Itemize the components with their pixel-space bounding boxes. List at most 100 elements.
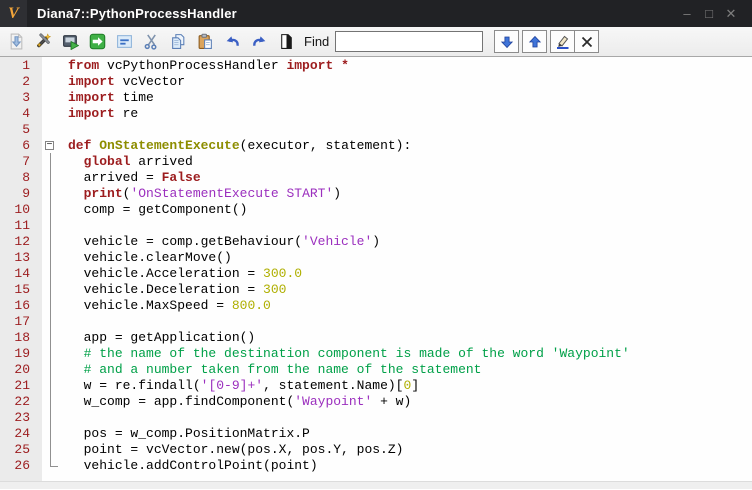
code-line[interactable]: 8 arrived = False xyxy=(0,170,752,186)
code-line[interactable]: 9 print('OnStatementExecute START') xyxy=(0,186,752,202)
line-number: 17 xyxy=(0,314,42,330)
fold-column xyxy=(42,250,66,266)
code-line[interactable]: 24 pos = w_comp.PositionMatrix.P xyxy=(0,426,752,442)
code-line[interactable]: 3 import time xyxy=(0,90,752,106)
highlighter-icon xyxy=(556,35,569,49)
code-line[interactable]: 7 global arrived xyxy=(0,154,752,170)
code-text: vehicle.clearMove() xyxy=(83,250,232,265)
fold-end-tick xyxy=(50,466,58,467)
app-window: V Diana7::PythonProcessHandler – □ ✕ Fin… xyxy=(0,0,752,490)
fold-line xyxy=(50,426,51,442)
code-text: import vcVector xyxy=(68,74,186,89)
fold-line xyxy=(50,314,51,330)
code-line[interactable]: 10 comp = getComponent() xyxy=(0,202,752,218)
syntax-check-wand-icon xyxy=(36,33,52,48)
paste-button[interactable] xyxy=(194,29,217,54)
code-text: w = re.findall('[0-9]+', statement.Name)… xyxy=(83,378,420,393)
find-previous-button[interactable] xyxy=(522,30,548,53)
fold-column xyxy=(42,362,66,378)
code-text: vehicle.MaxSpeed = 800.0 xyxy=(83,298,271,313)
minimize-button[interactable]: – xyxy=(676,3,698,25)
code-line[interactable]: 25 point = vcVector.new(pos.X, pos.Y, po… xyxy=(0,442,752,458)
fold-column xyxy=(42,282,66,298)
find-in-document-icon xyxy=(281,34,292,49)
cut-button[interactable] xyxy=(140,29,163,54)
fold-column xyxy=(42,266,66,282)
apply-script-button[interactable] xyxy=(86,29,109,54)
run-script-icon xyxy=(63,35,79,50)
code-line[interactable]: 19 # the name of the destination compone… xyxy=(0,346,752,362)
copy-icon xyxy=(172,34,185,49)
syntax-check-button[interactable] xyxy=(32,29,55,54)
code-text: w_comp = app.findComponent('Waypoint' + … xyxy=(83,394,412,409)
code-line[interactable]: 20 # and a number taken from the name of… xyxy=(0,362,752,378)
code-line[interactable]: 4 import re xyxy=(0,106,752,122)
fold-line xyxy=(50,282,51,298)
code-text: app = getApplication() xyxy=(83,330,256,345)
code-line[interactable]: 11 xyxy=(0,218,752,234)
line-number: 26 xyxy=(0,458,42,474)
collapse-minus-icon[interactable]: − xyxy=(45,141,54,151)
code-text: global arrived xyxy=(83,154,193,169)
line-number: 14 xyxy=(0,266,42,282)
code-line[interactable]: 1 from vcPythonProcessHandler import * xyxy=(0,58,752,74)
redo-button[interactable] xyxy=(248,29,271,54)
fold-column xyxy=(42,202,66,218)
code-text: vehicle.Acceleration = 300.0 xyxy=(83,266,303,281)
code-line[interactable]: 13 vehicle.clearMove() xyxy=(0,250,752,266)
code-line[interactable]: 21 w = re.findall('[0-9]+', statement.Na… xyxy=(0,378,752,394)
code-line[interactable]: 6− def OnStatementExecute(executor, state… xyxy=(0,138,752,154)
fold-line xyxy=(50,202,51,218)
line-number: 7 xyxy=(0,154,42,170)
indent-block-button[interactable] xyxy=(113,29,136,54)
line-number: 15 xyxy=(0,282,42,298)
line-number: 16 xyxy=(0,298,42,314)
code-editor[interactable]: 1 from vcPythonProcessHandler import * 2 im… xyxy=(0,56,752,489)
fold-column xyxy=(42,218,66,234)
code-line[interactable]: 14 vehicle.Acceleration = 300.0 xyxy=(0,266,752,282)
apply-script-icon xyxy=(89,33,106,50)
fold-column[interactable]: − xyxy=(42,138,66,154)
find-next-button[interactable] xyxy=(494,30,520,53)
code-line[interactable]: 12 vehicle = comp.getBehaviour('Vehicle'… xyxy=(0,234,752,250)
toolbar: Find xyxy=(0,27,752,56)
code-line[interactable]: 22 w_comp = app.findComponent('Waypoint'… xyxy=(0,394,752,410)
app-logo-icon: V xyxy=(0,0,27,27)
code-text: import time xyxy=(68,90,154,105)
line-number: 9 xyxy=(0,186,42,202)
code-line[interactable]: 23 xyxy=(0,410,752,426)
arrow-up-icon xyxy=(528,35,541,47)
maximize-button[interactable]: □ xyxy=(698,3,720,25)
run-script-button[interactable] xyxy=(59,29,82,54)
code-line[interactable]: 16 vehicle.MaxSpeed = 800.0 xyxy=(0,298,752,314)
line-number: 22 xyxy=(0,394,42,410)
find-input[interactable] xyxy=(335,31,484,52)
undo-button[interactable] xyxy=(221,29,244,54)
close-button[interactable]: ✕ xyxy=(720,3,742,25)
code-text: vehicle.Deceleration = 300 xyxy=(83,282,287,297)
import-script-button[interactable] xyxy=(5,29,28,54)
fold-line xyxy=(50,394,51,410)
fold-column xyxy=(42,186,66,202)
code-text: point = vcVector.new(pos.X, pos.Y, pos.Z… xyxy=(83,442,404,457)
code-line[interactable]: 17 xyxy=(0,314,752,330)
highlight-all-button[interactable] xyxy=(550,30,576,53)
clear-search-button[interactable] xyxy=(574,30,600,53)
code-line[interactable]: 5 xyxy=(0,122,752,138)
editor-bottom-strip xyxy=(0,481,752,489)
fold-line xyxy=(50,170,51,186)
fold-column xyxy=(42,154,66,170)
line-number: 24 xyxy=(0,426,42,442)
fold-line xyxy=(50,458,51,466)
find-in-document-button[interactable] xyxy=(275,29,298,54)
line-number: 12 xyxy=(0,234,42,250)
code-line[interactable]: 18 app = getApplication() xyxy=(0,330,752,346)
copy-button[interactable] xyxy=(167,29,190,54)
code-line[interactable]: 26 vehicle.addControlPoint(point) xyxy=(0,458,752,474)
fold-line xyxy=(50,218,51,234)
code-line[interactable]: 2 import vcVector xyxy=(0,74,752,90)
line-number: 5 xyxy=(0,122,42,138)
fold-line xyxy=(50,330,51,346)
code-line[interactable]: 15 vehicle.Deceleration = 300 xyxy=(0,282,752,298)
